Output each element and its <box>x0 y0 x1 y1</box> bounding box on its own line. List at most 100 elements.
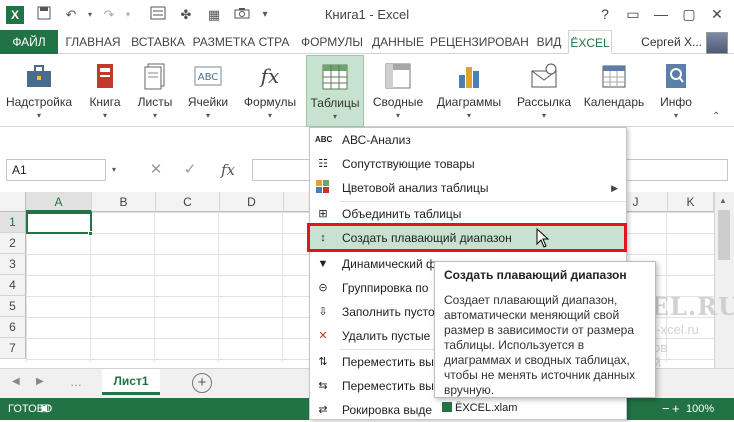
scroll-up-icon[interactable]: ▲ <box>719 196 727 205</box>
info-icon <box>661 61 691 91</box>
zoom-in-button[interactable]: + <box>672 398 680 420</box>
tab-insert[interactable]: ВСТАВКА <box>128 30 188 54</box>
ribbon-label: Инфо <box>660 95 692 109</box>
submenu-arrow-icon: ▶ <box>611 183 618 193</box>
menu-item-abc-analysis[interactable]: ABC АВС-Анализ <box>310 128 626 152</box>
row-header[interactable]: 3 <box>0 254 26 275</box>
pivot-icon <box>383 61 413 91</box>
vertical-scrollbar[interactable]: ▲ <box>714 192 734 368</box>
ribbon-label: Листы <box>137 95 173 109</box>
help-button[interactable]: ? <box>592 4 618 24</box>
ribbon-label: Сводные <box>372 95 424 109</box>
mailing-icon <box>529 61 559 91</box>
chevron-down-icon: ▾ <box>541 111 546 120</box>
ribbon-button-charts[interactable]: Диаграммы ▾ <box>432 55 506 127</box>
zoom-out-button[interactable]: − <box>662 398 670 420</box>
svg-text:fx: fx <box>259 64 280 88</box>
menu-item-label: Группировка по <box>342 281 429 295</box>
row-header[interactable]: 5 <box>0 296 26 317</box>
sheets-icon <box>140 61 170 91</box>
maximize-button[interactable]: ▢ <box>676 4 702 24</box>
column-header[interactable]: A <box>26 192 92 212</box>
ribbon-button-pivot[interactable]: Сводные ▾ <box>368 55 428 127</box>
row-header[interactable]: 4 <box>0 275 26 296</box>
next-sheet-icon[interactable]: ▶ <box>36 376 44 387</box>
user-name[interactable]: Сергей Х... <box>641 30 702 54</box>
menu-item-label: Рокировка выде <box>342 403 433 417</box>
fill-icon: ⇩ <box>318 306 328 318</box>
tab-file[interactable]: ФАЙЛ <box>0 30 58 54</box>
tooltip-title: Создать плавающий диапазон <box>444 268 627 282</box>
tab-home[interactable]: ГЛАВНАЯ <box>62 30 124 54</box>
prev-sheet-icon[interactable]: ◀ <box>12 376 20 387</box>
ribbon-button-book[interactable]: Книга ▾ <box>82 55 128 127</box>
chevron-down-icon: ▾ <box>673 111 678 120</box>
menu-item-related-goods[interactable]: ☷ Сопутствующие товары <box>310 152 626 176</box>
row-header[interactable]: 2 <box>0 233 26 254</box>
avatar[interactable] <box>706 32 728 54</box>
collapse-ribbon-icon[interactable]: ⌃ <box>712 111 720 122</box>
tab-data[interactable]: ДАННЫЕ <box>370 30 426 54</box>
fill-handle[interactable] <box>88 231 93 236</box>
tooltip-body: Создает плавающий диапазон, автоматическ… <box>444 293 636 397</box>
macro-record-icon[interactable]: ▣ <box>40 398 49 420</box>
row-header[interactable]: 1 <box>0 212 26 233</box>
zoom-level[interactable]: 100% <box>686 398 714 420</box>
tab-view[interactable]: ВИД <box>534 30 564 54</box>
ribbon-label: Диаграммы <box>436 95 502 109</box>
tab-formulas[interactable]: ФОРМУЛЫ <box>298 30 366 54</box>
chevron-down-icon: ▾ <box>152 111 157 120</box>
ribbon-button-cells[interactable]: ABC Ячейки ▾ <box>182 55 234 127</box>
move-icon: ⇆ <box>318 380 328 392</box>
menu-item-label: Переместить вы <box>342 379 434 393</box>
ribbon-button-addins[interactable]: Надстройка ▾ <box>2 55 76 127</box>
sheet-tab[interactable]: Лист1 <box>102 369 160 395</box>
menu-item-color-analysis[interactable]: Цветовой анализ таблицы ▶ <box>310 176 626 200</box>
confirm-icon[interactable]: ✓ <box>176 160 204 180</box>
calendar-icon <box>599 61 629 91</box>
tab-excel-addin[interactable]: ЁXCEL <box>568 30 612 54</box>
row-header[interactable]: 6 <box>0 317 26 338</box>
move-icon: ⇅ <box>318 356 328 368</box>
addin-file-label: ЁXCEL.xlam <box>442 402 517 414</box>
menu-item-label: Сопутствующие товары <box>342 157 475 171</box>
more-sheets-icon[interactable]: … <box>70 375 82 389</box>
active-cell[interactable] <box>26 212 92 234</box>
add-sheet-button[interactable]: + <box>192 373 212 393</box>
ribbon-button-mailing[interactable]: Рассылка ▾ <box>510 55 578 127</box>
ribbon-label: Формулы <box>243 95 297 109</box>
name-box[interactable]: A1 <box>6 159 106 181</box>
scroll-thumb[interactable] <box>718 210 730 260</box>
tooltip: Создать плавающий диапазон Создает плава… <box>434 261 656 398</box>
title-bar: X ↶ ▾ ↷ ▾ ✤ ▦ ▾ Книга1 - Excel ? ▭ — ▢ ✕ <box>0 0 734 30</box>
group-icon: ⊝ <box>318 282 328 294</box>
name-box-dropdown-icon[interactable]: ▾ <box>112 165 116 174</box>
abc-icon: ABC <box>315 135 333 144</box>
chevron-down-icon: ▾ <box>267 111 272 120</box>
tab-page-layout[interactable]: РАЗМЕТКА СТРА <box>192 30 290 54</box>
column-header[interactable]: B <box>92 192 156 212</box>
select-all-corner[interactable] <box>0 192 26 212</box>
toolbox-icon <box>24 61 54 91</box>
ribbon-button-tables[interactable]: Таблицы ▾ <box>306 55 364 127</box>
ribbon-button-formulas[interactable]: fx Формулы ▾ <box>238 55 302 127</box>
close-button[interactable]: ✕ <box>704 4 730 24</box>
fx-icon: fx <box>255 61 285 91</box>
menu-item-label: Заполнить пусто <box>342 305 435 319</box>
ribbon-button-info[interactable]: Инфо ▾ <box>652 55 700 127</box>
minimize-button[interactable]: — <box>648 4 674 24</box>
svg-text:ABC: ABC <box>198 72 219 83</box>
chevron-down-icon: ▾ <box>395 111 400 120</box>
ribbon-button-sheets[interactable]: Листы ▾ <box>132 55 178 127</box>
column-header[interactable]: D <box>220 192 284 212</box>
column-header[interactable]: K <box>668 192 714 212</box>
ribbon-button-calendar[interactable]: Календарь <box>582 55 646 127</box>
column-header[interactable]: C <box>156 192 220 212</box>
row-header[interactable]: 7 <box>0 338 26 359</box>
menu-item-label: Динамический ф <box>342 257 436 271</box>
ribbon-display-button[interactable]: ▭ <box>620 4 646 24</box>
tab-review[interactable]: РЕЦЕНЗИРОВАН <box>430 30 529 54</box>
insert-function-icon[interactable]: fx <box>214 160 242 180</box>
cancel-icon[interactable]: ✕ <box>142 160 170 180</box>
delete-icon: ✕ <box>318 330 328 342</box>
